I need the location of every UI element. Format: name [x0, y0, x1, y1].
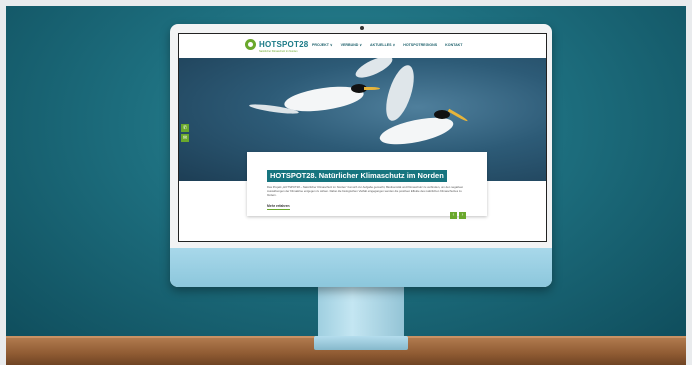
hero-card-title: HOTSPOT28. Natürlicher Klimaschutz im No… — [267, 170, 447, 182]
logo-subtitle: Natürlicher Klimaschutz im Norden — [259, 50, 298, 53]
read-more-link[interactable]: Mehr erfahren — [267, 204, 290, 210]
hero-card-text: Das Projekt „HOTSPOT28 – Natürlicher Kli… — [267, 185, 464, 197]
hero-card: HOTSPOT28. Natürlicher Klimaschutz im No… — [247, 152, 487, 219]
camera-icon — [360, 26, 364, 30]
monitor-stand-foot — [314, 336, 408, 350]
mail-icon: ✉ — [182, 135, 188, 141]
tern-wing — [380, 62, 420, 124]
main-navigation: PROJEKT ∨ VERBUND ∨ AKTUELLES ∨ HOTSPOTR… — [312, 43, 462, 47]
tern-wing — [352, 58, 396, 82]
logo-text: HOTSPOT28 — [259, 40, 309, 49]
monitor-stand-neck — [318, 287, 404, 337]
site-logo[interactable]: HOTSPOT28 — [245, 39, 308, 50]
phone-button[interactable]: ✆ — [181, 124, 189, 132]
nav-item-verbund[interactable]: VERBUND ∨ — [341, 43, 362, 47]
logo-icon — [245, 39, 256, 50]
nav-item-projekt[interactable]: PROJEKT ∨ — [312, 43, 333, 47]
mail-button[interactable]: ✉ — [181, 134, 189, 142]
nav-item-kontakt[interactable]: KONTAKT — [445, 43, 462, 47]
slider-prev-button[interactable]: ‹ — [450, 212, 457, 219]
tern-beak — [364, 87, 380, 90]
nav-item-aktuelles[interactable]: AKTUELLES ∨ — [370, 43, 395, 47]
site-header: HOTSPOT28 Natürlicher Klimaschutz im Nor… — [179, 34, 546, 58]
slider-next-button[interactable]: › — [459, 212, 466, 219]
phone-icon: ✆ — [182, 125, 188, 131]
monitor-chin — [170, 248, 552, 287]
monitor-screen: HOTSPOT28 Natürlicher Klimaschutz im Nor… — [178, 33, 547, 242]
nav-item-hotspotregions[interactable]: HOTSPOTREGIONS — [403, 43, 437, 47]
